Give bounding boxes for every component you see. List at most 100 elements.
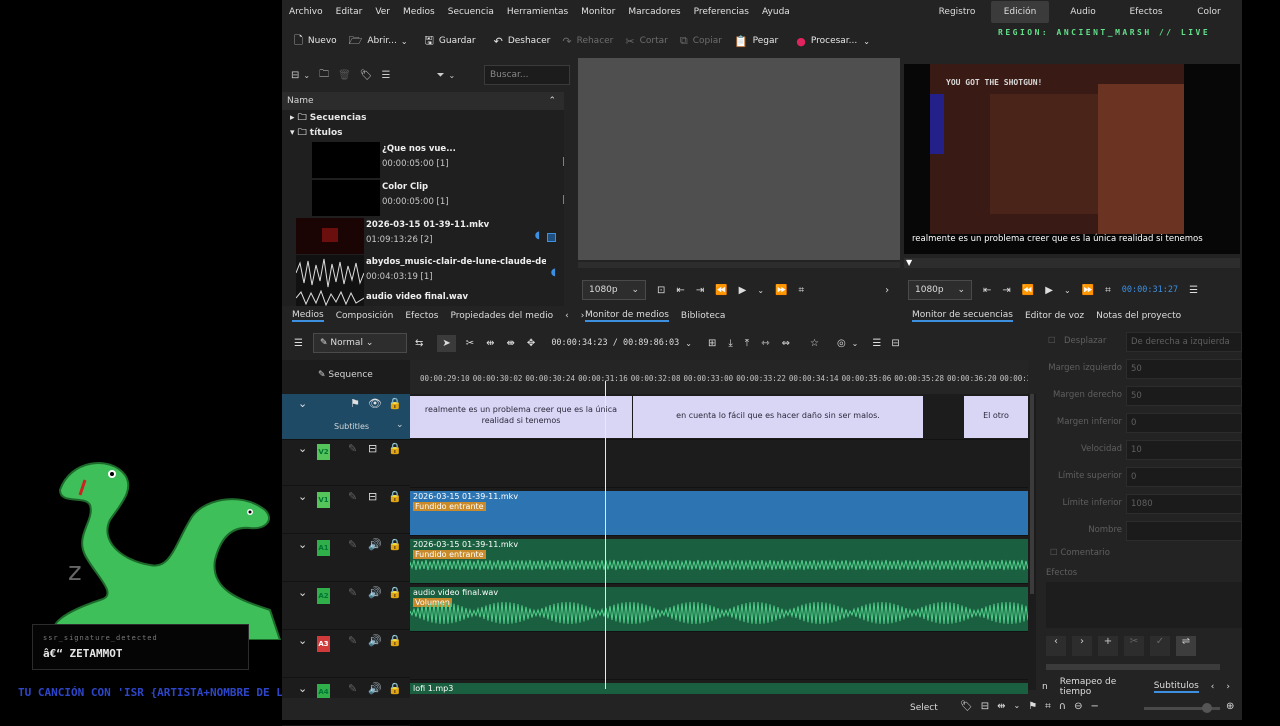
cut-button[interactable]: ✂ Cortar bbox=[625, 35, 667, 48]
scroll-thumb[interactable] bbox=[1030, 394, 1034, 594]
eye-icon[interactable]: 👁 bbox=[368, 397, 382, 410]
speaker-icon[interactable]: 🔊 bbox=[368, 634, 382, 647]
paste-button[interactable]: 📋 Pegar bbox=[734, 35, 778, 48]
workspace-registro[interactable]: Registro bbox=[928, 1, 986, 23]
lock-icon[interactable]: 🔒 bbox=[388, 490, 402, 503]
chevron-down-icon[interactable]: ⌄ bbox=[303, 71, 310, 80]
subtitle-track-icon[interactable]: ⚑ bbox=[350, 397, 360, 410]
project-timecode[interactable]: 00:00:31:27 bbox=[1122, 285, 1178, 295]
open-button[interactable]: 🗁 Abrir... ⌄ bbox=[349, 32, 413, 51]
forward-icon[interactable]: ⏩ bbox=[775, 285, 787, 296]
playhead-marker-icon[interactable]: ▼ bbox=[906, 258, 912, 267]
spacer-tool-icon[interactable]: ⇹ bbox=[486, 338, 494, 349]
zoom-in-icon[interactable]: ⊕ bbox=[1226, 701, 1234, 712]
chevron-right-icon[interactable]: › bbox=[885, 285, 889, 296]
flag-icon[interactable]: ⚑ bbox=[1028, 701, 1037, 712]
speaker-icon[interactable]: 🔊 bbox=[368, 586, 382, 599]
save-button[interactable]: 🖫 Guardar bbox=[425, 32, 476, 51]
crop-icon[interactable]: ⌗ bbox=[1105, 285, 1111, 296]
tab-propiedades[interactable]: Propiedades del medio bbox=[450, 311, 553, 321]
out-point-icon[interactable]: ⇥ bbox=[696, 285, 704, 296]
menu-secuencia[interactable]: Secuencia bbox=[448, 7, 494, 17]
lock-icon[interactable]: 🔒 bbox=[388, 397, 402, 410]
workspace-edicion[interactable]: Edición bbox=[991, 1, 1049, 23]
new-button[interactable]: 🗋 Nuevo bbox=[294, 32, 337, 51]
copy-button[interactable]: ⧉ Copiar bbox=[680, 34, 722, 48]
zoom-out-icon[interactable]: ⊖ bbox=[1074, 701, 1082, 712]
bin-clip-wav[interactable]: audio video final.wav bbox=[295, 289, 560, 306]
track-header-a2[interactable]: ⌄ A2 ✎ 🔊 🔒 bbox=[282, 584, 410, 630]
track-header-a3[interactable]: ⌄ A3 ✎ 🔊 🔒 bbox=[282, 632, 410, 678]
track-tag[interactable]: A1 bbox=[317, 540, 330, 556]
menu-icon[interactable]: ☰ bbox=[294, 338, 303, 349]
chevron-down-icon[interactable]: ⌄ bbox=[396, 420, 404, 430]
fit-icon[interactable]: ⌗ bbox=[1045, 701, 1051, 712]
in-point-icon[interactable]: ⇤ bbox=[676, 285, 684, 296]
workspace-color[interactable]: Color bbox=[1180, 1, 1238, 23]
prop-value[interactable]: 0 bbox=[1126, 413, 1242, 433]
chevron-down-icon[interactable]: ⌄ bbox=[298, 634, 307, 647]
audio-clip[interactable]: lofi 1.mp3 bbox=[410, 683, 1028, 694]
lines-icon[interactable]: ☰ bbox=[872, 338, 881, 349]
play-icon[interactable]: ▶ bbox=[1045, 285, 1053, 296]
chevron-down-icon[interactable]: ⌄ bbox=[298, 442, 307, 455]
tab-monitor-medios[interactable]: Monitor de medios bbox=[585, 310, 669, 322]
film-icon[interactable]: ⊟ bbox=[368, 442, 377, 455]
prop-value[interactable]: 50 bbox=[1126, 359, 1242, 379]
subtitle-clip[interactable]: El otro bbox=[964, 396, 1028, 438]
pencil-icon[interactable]: ✎ bbox=[348, 442, 357, 455]
folder-secuencias[interactable]: ▸ 🗀 Secuencias bbox=[290, 111, 367, 125]
tab-composicion[interactable]: Composición bbox=[336, 311, 394, 321]
forward-icon[interactable]: ⏩ bbox=[1082, 285, 1094, 296]
zoom-slider-handle[interactable] bbox=[1202, 703, 1212, 713]
menu-ver[interactable]: Ver bbox=[375, 7, 390, 17]
tab-subtitulos[interactable]: Subtitulos bbox=[1153, 681, 1199, 693]
rewind-icon[interactable]: ⏪ bbox=[1022, 285, 1034, 296]
workspace-efectos[interactable]: Efectos bbox=[1117, 1, 1175, 23]
clip-monitor-ruler[interactable] bbox=[578, 262, 900, 268]
magnet-icon[interactable]: ∩ bbox=[1059, 701, 1066, 712]
audio-clip[interactable]: 2026-03-15 01-39-11.mkv Fundido entrante bbox=[410, 539, 1028, 583]
extract-icon[interactable]: ⇿ bbox=[761, 338, 769, 349]
chevron-up-icon[interactable]: ⌃ bbox=[548, 92, 556, 110]
pencil-icon[interactable]: ✎ bbox=[348, 586, 357, 599]
previous-icon[interactable]: ‹ bbox=[1046, 636, 1066, 656]
lock-icon[interactable]: 🔒 bbox=[388, 586, 402, 599]
speaker-icon[interactable]: 🔊 bbox=[368, 682, 382, 695]
chevron-down-icon[interactable]: ⌄ bbox=[685, 339, 692, 348]
chevron-left-icon[interactable]: ‹ bbox=[1211, 682, 1215, 692]
next-icon[interactable]: › bbox=[1072, 636, 1092, 656]
bin-clip-debussy[interactable]: abydos_music-clair-de-lune-claude-debuss… bbox=[295, 255, 560, 291]
lock-icon[interactable]: 🔒 bbox=[388, 538, 402, 551]
tab-remapeo[interactable]: Remapeo de tiempo bbox=[1060, 677, 1142, 697]
add-icon[interactable]: + bbox=[1098, 636, 1118, 656]
tab-monitor-secuencias[interactable]: Monitor de secuencias bbox=[912, 310, 1013, 322]
multicam-tool-icon[interactable]: ✥ bbox=[527, 338, 535, 349]
add-folder-icon[interactable]: 🗀 bbox=[319, 67, 329, 84]
crop-icon[interactable]: ⌗ bbox=[799, 285, 805, 296]
prop-value[interactable]: 0 bbox=[1126, 467, 1242, 487]
tab-notas[interactable]: Notas del proyecto bbox=[1096, 311, 1181, 321]
menu-herramientas[interactable]: Herramientas bbox=[507, 7, 568, 17]
tag-icon[interactable]: 🏷 bbox=[960, 701, 973, 712]
effect-badge[interactable]: Fundido entrante bbox=[413, 502, 486, 511]
workspace-audio[interactable]: Audio bbox=[1054, 1, 1112, 23]
track-tag[interactable]: V2 bbox=[317, 444, 330, 460]
menu-marcadores[interactable]: Marcadores bbox=[628, 7, 680, 17]
snap-icon[interactable]: ⊞ bbox=[708, 338, 716, 349]
chevron-down-icon[interactable]: ⌄ bbox=[852, 339, 859, 348]
menu-icon[interactable]: ☰ bbox=[1189, 285, 1198, 296]
prop-value[interactable] bbox=[1126, 521, 1242, 541]
tab-partial[interactable]: n bbox=[1042, 682, 1048, 692]
timeline-timecode[interactable]: 00:00:34:23 / 00:89:86:03 bbox=[551, 338, 679, 348]
select-tool-icon[interactable]: ➤ bbox=[437, 334, 456, 352]
speaker-icon[interactable]: 🔊 bbox=[368, 538, 382, 551]
expand-icon[interactable]: ⇹ bbox=[997, 701, 1005, 712]
save-icon[interactable]: ⊟ bbox=[981, 701, 989, 712]
timeline-ruler[interactable]: 00:00:29:10 00:00:30:02 00:00:30:24 00:00:3… bbox=[410, 360, 1028, 394]
chevron-down-icon[interactable]: ⌄ bbox=[298, 538, 307, 551]
effects-area[interactable] bbox=[1046, 582, 1242, 628]
menu-ayuda[interactable]: Ayuda bbox=[762, 7, 790, 17]
menu-icon[interactable]: ☰ bbox=[382, 70, 391, 81]
track-tag[interactable]: A3 bbox=[317, 636, 330, 652]
